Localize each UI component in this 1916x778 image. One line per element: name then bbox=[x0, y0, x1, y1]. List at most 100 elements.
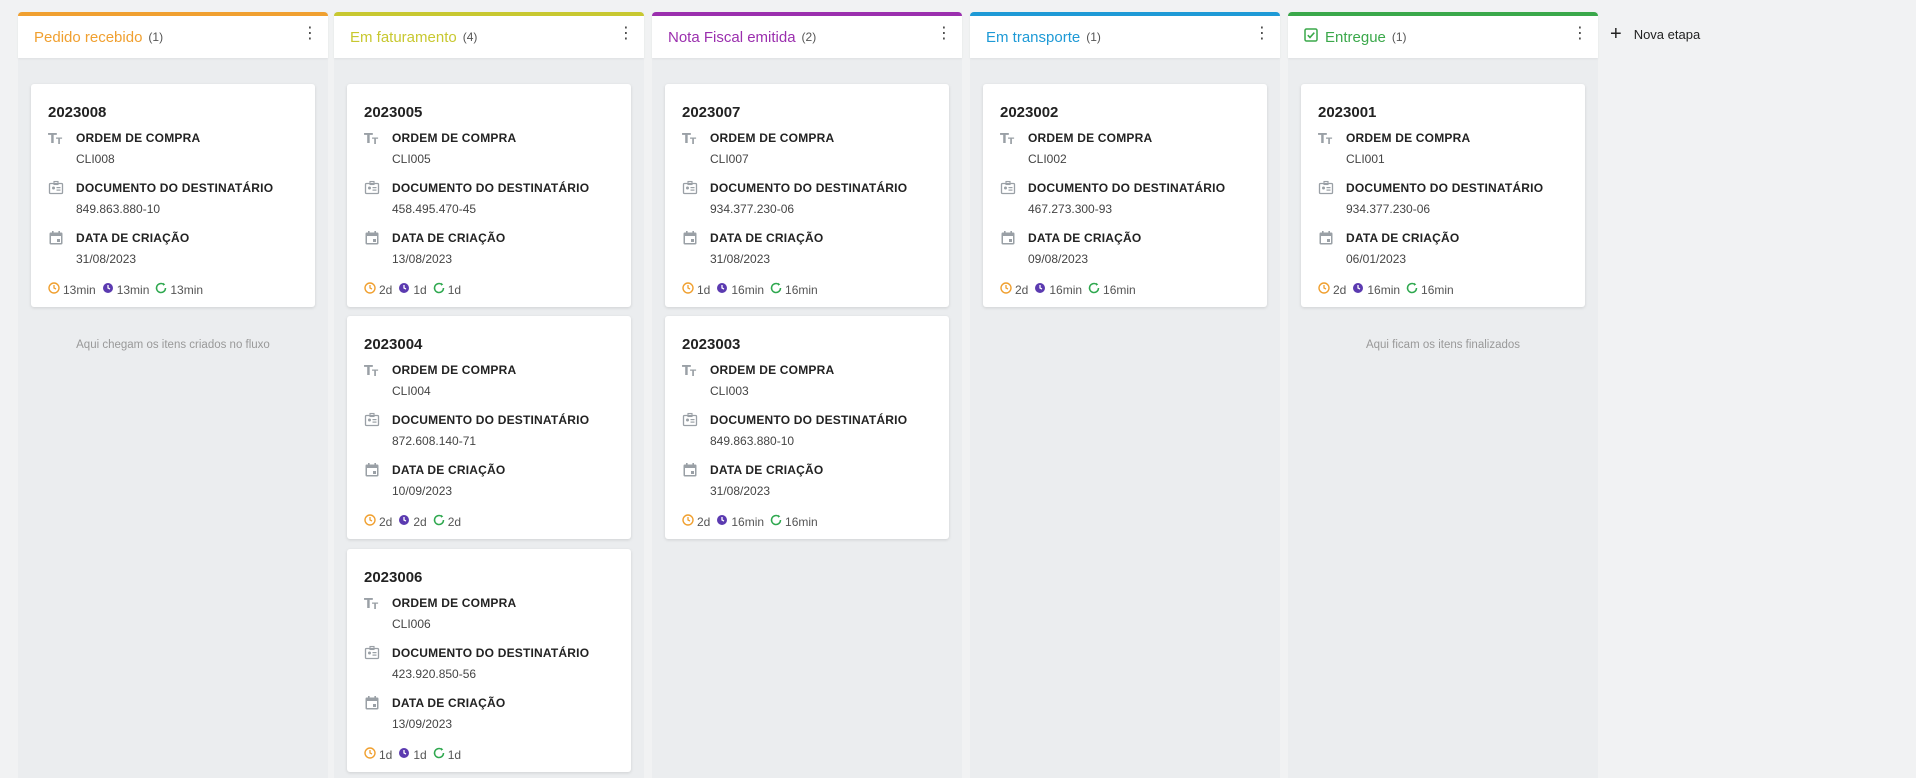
timer-value: 16min bbox=[731, 514, 765, 529]
timer-stage: 16min bbox=[716, 282, 764, 297]
timer-value: 13min bbox=[170, 282, 204, 297]
calendar-icon bbox=[364, 695, 380, 711]
timer-total: 13min bbox=[48, 282, 96, 297]
timer-value: 16min bbox=[1421, 282, 1454, 297]
timer-value: 2d bbox=[1333, 282, 1347, 297]
order-card[interactable]: 2023003 T T ORDEM DE COMPRA CLI003 DOCUMENTO … bbox=[665, 316, 949, 539]
id-card-icon bbox=[364, 645, 380, 661]
field-value: 934.377.230-06 bbox=[710, 202, 795, 216]
timer-value: 2d bbox=[447, 514, 462, 529]
new-stage-button[interactable]: + Nova etapa bbox=[1610, 24, 1700, 44]
kebab-menu-icon[interactable]: ⋮ bbox=[1572, 26, 1588, 42]
timer-stage: 16min bbox=[1352, 282, 1400, 297]
card-id: 2023002 bbox=[1000, 104, 1059, 121]
text-type-icon: TT bbox=[682, 362, 698, 379]
field-label: DOCUMENTO DO DESTINATÁRIO bbox=[76, 181, 274, 195]
card-timers: 2d 2d 2d bbox=[364, 514, 467, 529]
card-timers: 2d 16min 16min bbox=[682, 514, 824, 529]
timer-stage: 16min bbox=[1034, 282, 1082, 297]
field-value: 31/08/2023 bbox=[710, 252, 771, 266]
svg-text:T: T bbox=[1326, 137, 1333, 146]
field-label: DOCUMENTO DO DESTINATÁRIO bbox=[1028, 181, 1226, 195]
field-value: 849.863.880-10 bbox=[710, 434, 795, 448]
column-title: Pedido recebido (1) bbox=[34, 29, 163, 46]
field-value: 467.273.300-93 bbox=[1028, 202, 1113, 216]
field-value: 13/09/2023 bbox=[392, 717, 453, 731]
column-title: Nota Fiscal emitida (2) bbox=[668, 29, 816, 46]
text-type-icon: TT bbox=[682, 130, 698, 147]
calendar-icon bbox=[364, 230, 380, 246]
card-id: 2023005 bbox=[364, 104, 423, 121]
column-header: Em faturamento (4) ⋮ bbox=[334, 12, 644, 58]
field-value: 934.377.230-06 bbox=[1346, 202, 1431, 216]
hand-timer-icon bbox=[716, 514, 731, 529]
column-title: Em faturamento (4) bbox=[350, 29, 477, 46]
refresh-timer-icon bbox=[433, 747, 448, 762]
refresh-timer-icon bbox=[1088, 282, 1103, 297]
timer-total: 2d bbox=[364, 282, 392, 297]
order-card[interactable]: 2023006 T T ORDEM DE COMPRA CLI006 DOCUMENTO … bbox=[347, 549, 631, 772]
hand-timer-icon bbox=[398, 747, 413, 762]
card-id: 2023003 bbox=[682, 336, 741, 353]
text-type-icon: TT bbox=[48, 130, 64, 147]
text-type-icon: TT bbox=[364, 362, 380, 379]
field-value: CLI006 bbox=[392, 617, 431, 631]
timer-value: 2d bbox=[379, 282, 393, 297]
order-card[interactable]: 2023005 T T ORDEM DE COMPRA CLI005 DOCUMENTO … bbox=[347, 84, 631, 307]
timer-value: 2d bbox=[379, 514, 393, 529]
timer-value: 16min bbox=[1049, 282, 1083, 297]
order-card[interactable]: 2023001 T T ORDEM DE COMPRA CLI001 DOCUMENTO … bbox=[1301, 84, 1585, 307]
field-value: 31/08/2023 bbox=[76, 252, 137, 266]
id-card-icon bbox=[48, 180, 64, 196]
text-type-icon: TT bbox=[1000, 130, 1016, 147]
field-value: CLI002 bbox=[1028, 152, 1067, 166]
plus-icon: + bbox=[1610, 23, 1622, 45]
timer-total: 2d bbox=[364, 514, 392, 529]
column-count: (1) bbox=[1391, 30, 1407, 44]
timer-stage: 16min bbox=[716, 514, 764, 529]
field-value: CLI005 bbox=[392, 152, 431, 166]
timer-value: 16min bbox=[731, 282, 765, 297]
timer-value: 16min bbox=[1367, 282, 1401, 297]
field-value: CLI003 bbox=[710, 384, 749, 398]
field-label: DATA DE CRIAÇÃO bbox=[76, 231, 190, 245]
field-label: DATA DE CRIAÇÃO bbox=[1346, 231, 1460, 245]
timer-updated: 13min bbox=[155, 282, 203, 297]
timer-value: 1d bbox=[379, 747, 393, 762]
timer-stage: 1d bbox=[398, 747, 427, 762]
column-header: Pedido recebido (1) ⋮ bbox=[18, 12, 328, 58]
column-title-label: Nota Fiscal emitida bbox=[668, 28, 796, 46]
timer-updated: 16min bbox=[1406, 282, 1454, 297]
clock-icon bbox=[364, 282, 379, 297]
timer-total: 2d bbox=[1318, 282, 1346, 297]
column-count: (1) bbox=[1086, 30, 1101, 44]
field-label: DOCUMENTO DO DESTINATÁRIO bbox=[392, 181, 590, 195]
clock-icon bbox=[364, 514, 379, 529]
order-card[interactable]: 2023007 T T ORDEM DE COMPRA CLI007 DOCUMENTO … bbox=[665, 84, 949, 307]
field-label: DATA DE CRIAÇÃO bbox=[392, 463, 506, 477]
calendar-icon bbox=[364, 462, 380, 478]
card-timers: 2d 1d 1d bbox=[364, 282, 467, 297]
field-label: DOCUMENTO DO DESTINATÁRIO bbox=[710, 413, 908, 427]
field-label: DOCUMENTO DO DESTINATÁRIO bbox=[1346, 181, 1544, 195]
hand-timer-icon bbox=[398, 514, 413, 529]
timer-value: 16min bbox=[785, 282, 818, 297]
timer-updated: 1d bbox=[433, 747, 461, 762]
timer-stage: 1d bbox=[398, 282, 427, 297]
kebab-menu-icon[interactable]: ⋮ bbox=[618, 26, 634, 42]
column: Pedido recebido (1) ⋮ 2023008 T T ORDEM DE COM… bbox=[18, 12, 328, 778]
order-card[interactable]: 2023008 T T ORDEM DE COMPRA CLI008 DOCUMENTO … bbox=[31, 84, 315, 307]
calendar-icon bbox=[1000, 230, 1016, 246]
kebab-menu-icon[interactable]: ⋮ bbox=[1254, 26, 1270, 42]
field-value: 423.920.850-56 bbox=[392, 667, 477, 681]
order-card[interactable]: 2023004 T T ORDEM DE COMPRA CLI004 DOCUMENTO … bbox=[347, 316, 631, 539]
order-card[interactable]: 2023002 T T ORDEM DE COMPRA CLI002 DOCUMENTO … bbox=[983, 84, 1267, 307]
field-label: ORDEM DE COMPRA bbox=[1028, 131, 1153, 145]
text-type-icon: TT bbox=[1318, 130, 1334, 147]
field-value: CLI004 bbox=[392, 384, 431, 398]
id-card-icon bbox=[682, 412, 698, 428]
kebab-menu-icon[interactable]: ⋮ bbox=[302, 26, 318, 42]
hand-timer-icon bbox=[1352, 282, 1367, 297]
kebab-menu-icon[interactable]: ⋮ bbox=[936, 26, 952, 42]
timer-value: 1d bbox=[697, 282, 711, 297]
